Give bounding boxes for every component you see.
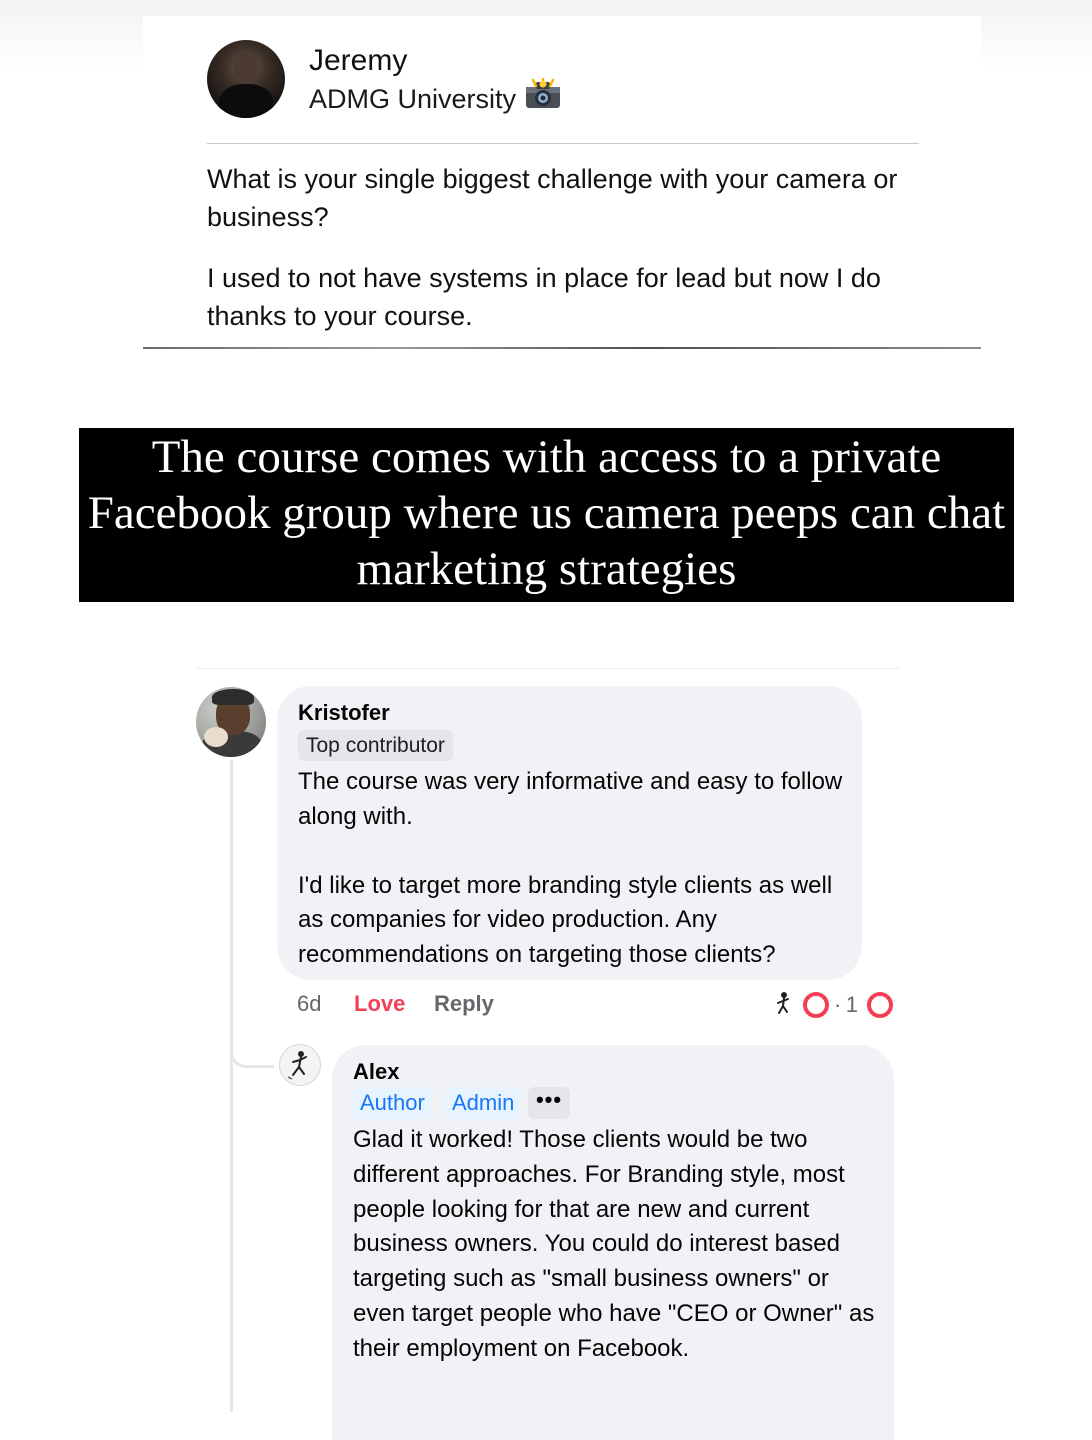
avatar-head (234, 52, 258, 82)
post-group-line: ADMG University (309, 77, 562, 117)
avatar-torso (219, 84, 273, 118)
post-author-name[interactable]: Jeremy (309, 44, 407, 78)
love-button[interactable]: Love (354, 989, 405, 1019)
reaction-separator: · (834, 992, 842, 1017)
post-group-name[interactable]: ADMG University (309, 84, 516, 114)
card-divider (143, 347, 981, 349)
survey-answer: I used to not have systems in place for … (207, 263, 881, 331)
reaction-count-value: 1 (845, 992, 858, 1017)
thread-reply-connector (230, 1020, 274, 1068)
reply-text: Glad it worked! Those clients would be t… (353, 1126, 875, 1362)
avatar-alex[interactable] (279, 1044, 321, 1086)
reactor-avatar-icon (772, 990, 800, 1018)
comment-paragraph: I'd like to target more branding style c… (298, 871, 833, 968)
author-badge[interactable]: Author (353, 1087, 432, 1119)
avatar-cap (212, 689, 254, 705)
comment-text: The course was very informative and easy… (298, 765, 853, 973)
avatar-jeremy[interactable] (207, 40, 285, 118)
survey-question: What is your single biggest challenge wi… (207, 164, 898, 232)
avatar-kristofer[interactable] (196, 687, 266, 757)
comment-actions: 6d Love Reply (297, 989, 494, 1019)
comment-paragraph: The course was very informative and easy… (298, 768, 843, 830)
reply-author-name[interactable]: Alex (353, 1059, 399, 1085)
love-reaction-icon[interactable] (866, 991, 894, 1019)
reaction-count: · 1 (834, 990, 858, 1020)
thread-connector-line (230, 760, 233, 1412)
caption-banner: The course comes with access to a privat… (79, 428, 1014, 602)
camera-icon (524, 77, 562, 117)
more-options-button[interactable]: ••• (528, 1087, 570, 1119)
header-divider (207, 143, 919, 144)
comment-timestamp[interactable]: 6d (297, 991, 321, 1016)
comment-author-name[interactable]: Kristofer (298, 700, 390, 726)
heart-icon (802, 991, 830, 1019)
admin-badge[interactable]: Admin (445, 1087, 522, 1119)
avatar-baby (204, 727, 228, 747)
top-contributor-badge[interactable]: Top contributor (298, 730, 453, 761)
reply-button[interactable]: Reply (434, 989, 494, 1019)
